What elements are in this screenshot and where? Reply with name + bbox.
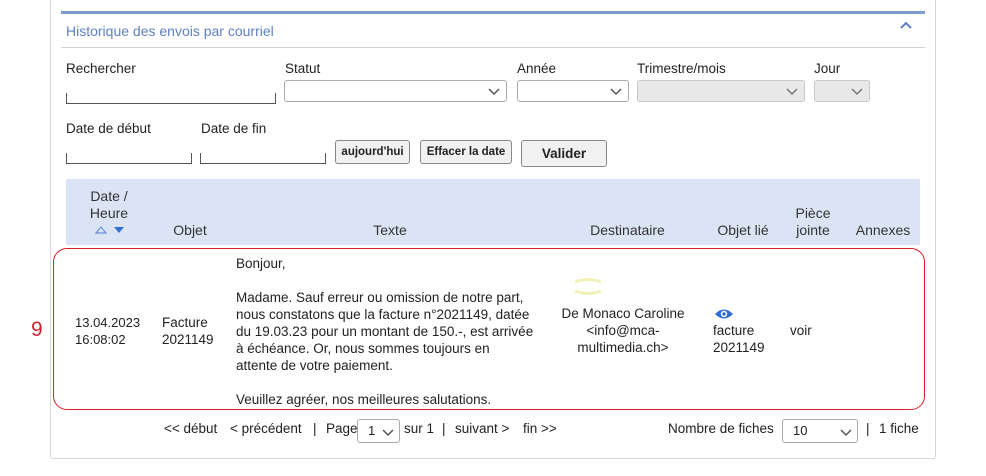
recipient-name: De Monaco Caroline — [561, 306, 685, 321]
linked-object-line1: facture — [713, 323, 755, 338]
header-date-line1: Date / — [90, 188, 128, 204]
pager-last[interactable]: fin >> — [523, 421, 557, 436]
panel-divider — [61, 47, 925, 48]
day-select[interactable] — [814, 80, 870, 102]
eye-icon[interactable] — [714, 307, 734, 321]
chevron-up-icon — [900, 21, 912, 29]
status-label: Statut — [285, 61, 321, 76]
header-date-line2: Heure — [89, 205, 129, 221]
linked-object-line2: 2021149 — [713, 340, 765, 355]
clear-date-button[interactable]: Effacer la date — [420, 140, 512, 164]
page-select-value: 1 — [368, 423, 376, 438]
panel-top-border — [61, 11, 925, 14]
message-line-4: à échéance. Or, nous sommes toujours en — [236, 341, 490, 356]
status-select[interactable] — [284, 80, 507, 102]
attachment-view-link[interactable]: voir — [790, 322, 812, 339]
submit-button[interactable]: Valider — [521, 140, 607, 167]
row-linked-object[interactable]: facture 2021149 — [713, 322, 765, 356]
pager-separator: | — [313, 421, 317, 436]
recipient-email-part2: multimedia.ch> — [577, 340, 669, 355]
per-page-label: Nombre de fiches — [668, 421, 774, 436]
row-object: Facture 2021149 — [162, 314, 214, 348]
message-greeting: Bonjour, — [236, 256, 286, 271]
header-text: Texte — [373, 222, 407, 238]
pager-first[interactable]: << début — [164, 421, 217, 436]
start-date-label: Date de début — [66, 121, 151, 136]
row-recipient: De Monaco Caroline <info@mca- multimedia… — [558, 305, 688, 356]
row-message-text: Bonjour, Madame. Sauf erreur ou omission… — [236, 255, 546, 408]
row-object-line1: Facture — [162, 315, 208, 330]
row-annotation-number: 9 — [31, 318, 43, 341]
panel-title: Historique des envois par courriel — [66, 23, 274, 39]
quarter-label: Trimestre/mois — [637, 61, 726, 76]
end-date-input[interactable] — [200, 153, 326, 164]
year-label: Année — [517, 61, 557, 76]
chevron-down-icon — [786, 88, 798, 96]
end-date-label: Date de fin — [201, 121, 267, 136]
quarter-select[interactable] — [637, 80, 805, 102]
sort-control[interactable] — [94, 224, 128, 236]
sort-asc-icon — [94, 226, 108, 234]
header-attachment-line2: jointe — [796, 222, 830, 238]
header-annexes: Annexes — [855, 222, 911, 238]
pager-page-label: Page — [326, 421, 358, 436]
today-button[interactable]: aujourd'hui — [335, 140, 410, 164]
pager-of: sur 1 — [404, 421, 435, 436]
message-closing: Veuillez agréer, nos meilleures salutati… — [236, 392, 492, 407]
chevron-down-icon — [851, 88, 863, 96]
page-select[interactable]: 1 — [357, 419, 400, 443]
header-recipient: Destinataire — [590, 222, 665, 238]
chevron-down-icon — [840, 429, 852, 437]
recipient-email-part1: <info@mca- — [586, 323, 660, 338]
day-label: Jour — [814, 61, 841, 76]
message-line-1: Madame. Sauf erreur ou omission de notre… — [236, 290, 524, 305]
row-date: 13.04.2023 16:08:02 — [75, 314, 140, 348]
message-line-5: attente de votre paiement. — [236, 358, 393, 373]
message-line-3: du 19.03.23 pour un montant de 150.-, es… — [236, 324, 534, 339]
pager-prev[interactable]: < précédent — [230, 421, 302, 436]
pager-separator: | — [866, 421, 870, 436]
per-page-value: 10 — [793, 423, 808, 438]
per-page-select[interactable]: 10 — [782, 419, 858, 443]
pager-separator: | — [442, 421, 446, 436]
header-attachment-line1: Pièce — [795, 205, 831, 221]
header-attachment: Pièce jointe — [788, 205, 838, 239]
row-object-line2: 2021149 — [162, 332, 214, 347]
pager-next[interactable]: suivant > — [455, 421, 509, 436]
year-select[interactable] — [517, 80, 629, 102]
header-date[interactable]: Date / Heure — [76, 188, 142, 222]
row-time-value: 16:08:02 — [75, 332, 126, 347]
sort-desc-icon — [114, 227, 124, 233]
chevron-down-icon — [610, 88, 622, 96]
search-label: Rechercher — [66, 61, 136, 76]
search-input[interactable] — [66, 93, 276, 104]
header-linked: Objet lié — [717, 222, 769, 238]
chevron-down-icon — [382, 429, 394, 437]
collapse-button[interactable] — [897, 17, 915, 35]
chevron-down-icon — [488, 88, 500, 96]
start-date-input[interactable] — [66, 153, 192, 164]
header-object: Objet — [173, 222, 207, 238]
message-line-2: nous constatons que la facture n°2021149… — [236, 307, 530, 322]
faint-marker-icon — [574, 278, 602, 295]
row-date-value: 13.04.2023 — [75, 315, 141, 330]
record-count: 1 fiche — [879, 421, 919, 436]
